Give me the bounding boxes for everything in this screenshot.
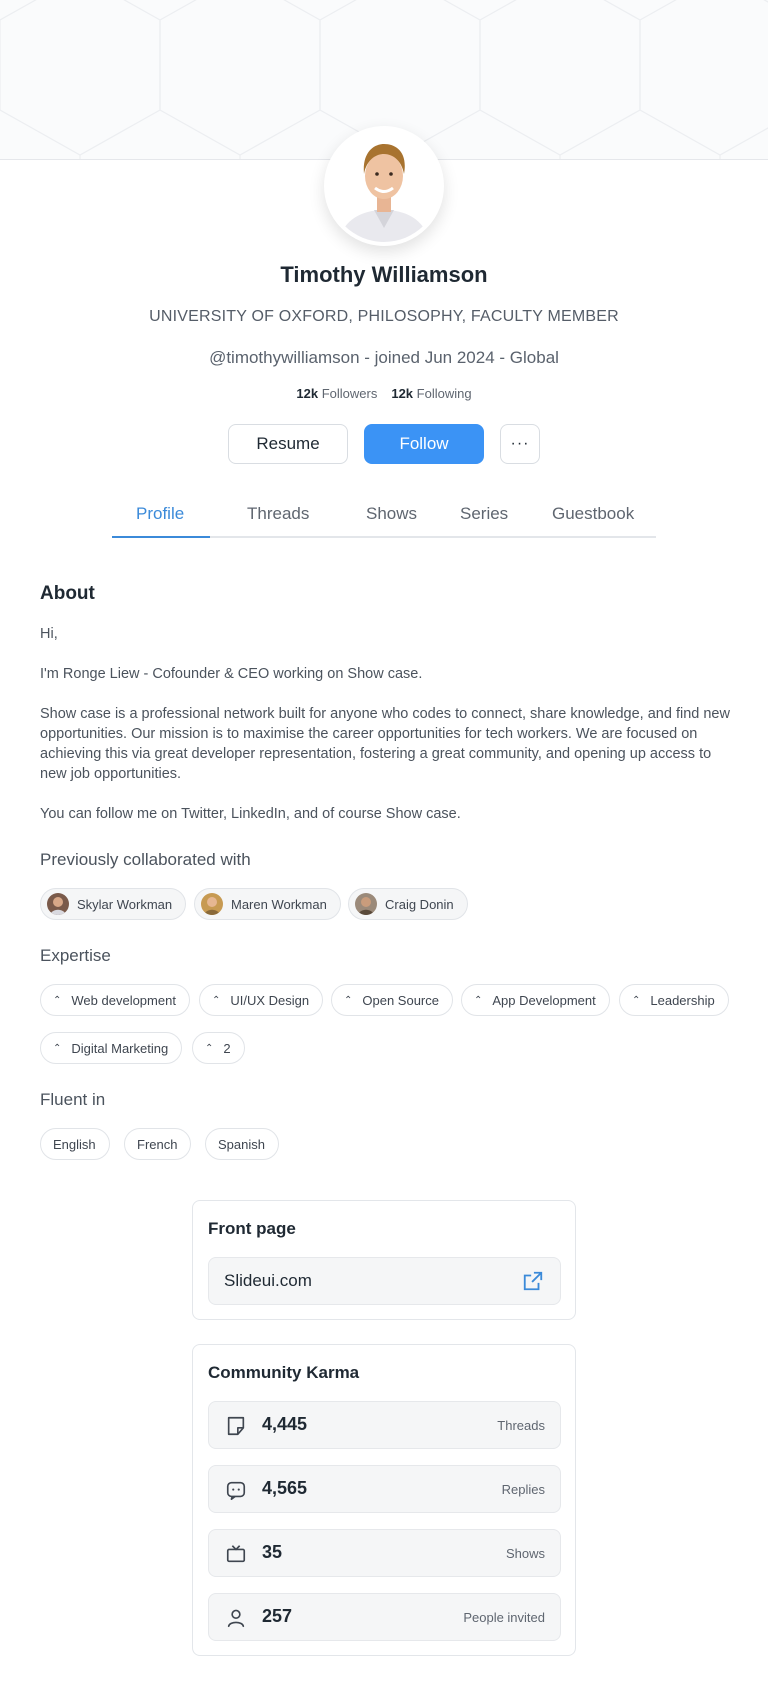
expertise-heading: Expertise: [40, 946, 111, 965]
chevron-up-icon: ⌃: [53, 994, 62, 1006]
front-page-title: Front page: [208, 1219, 296, 1238]
profile-name: Timothy Williamson: [280, 262, 488, 287]
ellipsis-icon: ···: [510, 435, 530, 452]
active-tab-indicator: [112, 536, 210, 538]
collaborator-chip[interactable]: Craig Donin: [348, 888, 468, 920]
external-link-icon[interactable]: [522, 1270, 544, 1292]
community-karma-card: Community Karma 4,445 Threads 4,565 Repl…: [192, 1344, 576, 1656]
collaborator-chip[interactable]: Maren Workman: [194, 888, 341, 920]
karma-value: 257: [262, 1606, 293, 1626]
profile-subtitle: UNIVERSITY OF OXFORD, PHILOSOPHY, FACULT…: [149, 308, 619, 325]
resume-button[interactable]: Resume: [228, 424, 348, 464]
collaborator-chip[interactable]: Skylar Workman: [40, 888, 187, 920]
language-chip[interactable]: French: [124, 1128, 192, 1160]
karma-label: People invited: [463, 1610, 545, 1625]
note-icon: [227, 1416, 245, 1436]
avatar: [47, 893, 69, 915]
follow-stats: 12k Followers 12k Following: [0, 386, 768, 401]
following-stat[interactable]: 12k Following: [391, 386, 471, 401]
karma-title: Community Karma: [208, 1363, 360, 1382]
karma-value: 35: [262, 1542, 283, 1562]
about-heading: About: [40, 583, 95, 604]
tab-guestbook[interactable]: Guestbook: [552, 504, 634, 524]
tv-icon: [226, 1545, 246, 1563]
expertise-chip[interactable]: ⌃ App Development: [461, 984, 610, 1016]
karma-value: 4,565: [262, 1478, 308, 1498]
karma-value: 4,445: [262, 1414, 308, 1434]
language-chip[interactable]: Spanish: [205, 1128, 279, 1160]
chevron-up-icon: ⌃: [212, 994, 221, 1006]
collaborator-name: Maren Workman: [231, 896, 327, 912]
chevron-up-icon: ⌃: [632, 994, 641, 1006]
karma-label: Replies: [501, 1482, 545, 1497]
language-chip[interactable]: English: [40, 1128, 110, 1160]
chevron-up-icon: ⌃: [474, 994, 483, 1006]
collaborated-heading: Previously collaborated with: [40, 850, 251, 869]
avatar: [355, 893, 377, 915]
more-options-button[interactable]: ···: [500, 424, 540, 464]
karma-row-threads: 4,445 Threads: [208, 1401, 561, 1449]
expertise-chip[interactable]: ⌃ Digital Marketing: [40, 1032, 183, 1064]
tab-series[interactable]: Series: [460, 504, 508, 524]
avatar: [201, 893, 223, 915]
profile-handle-line: @timothywilliamson - joined Jun 2024 - G…: [209, 348, 559, 367]
fluent-heading: Fluent in: [40, 1090, 106, 1109]
followers-stat[interactable]: 12k Followers: [296, 386, 377, 401]
user-icon: [227, 1609, 245, 1628]
profile-avatar: [324, 126, 444, 246]
expertise-more-chip[interactable]: ⌃ 2: [192, 1032, 245, 1064]
expertise-chip[interactable]: ⌃ Open Source: [331, 984, 453, 1016]
front-page-card: Front page Slideui.com: [192, 1200, 576, 1320]
tab-shows[interactable]: Shows: [366, 504, 417, 524]
chevron-up-icon: ⌃: [53, 1042, 62, 1054]
collaborator-name: Skylar Workman: [77, 896, 173, 912]
karma-row-replies: 4,565 Replies: [208, 1465, 561, 1513]
about-paragraph-1: Hi,: [40, 626, 58, 642]
tab-threads[interactable]: Threads: [247, 504, 309, 524]
karma-row-invited: 257 People invited: [208, 1593, 561, 1641]
about-paragraph-2: I'm Ronge Liew - Cofounder & CEO working…: [40, 666, 423, 682]
chat-icon: [226, 1481, 246, 1500]
about-paragraph-3: Show case is a professional network buil…: [40, 706, 730, 782]
expertise-chip[interactable]: ⌃ UI/UX Design: [199, 984, 324, 1016]
expertise-chip[interactable]: ⌃ Web development: [40, 984, 190, 1016]
expertise-chip[interactable]: ⌃ Leadership: [619, 984, 729, 1016]
collaborator-name: Craig Donin: [385, 896, 454, 912]
follow-button[interactable]: Follow: [364, 424, 484, 464]
profile-tabs: Profile Threads Shows Series Guestbook: [112, 498, 656, 538]
front-page-link[interactable]: Slideui.com: [208, 1257, 561, 1305]
about-paragraph-4: You can follow me on Twitter, LinkedIn, …: [40, 806, 461, 822]
karma-label: Shows: [505, 1546, 545, 1561]
chevron-up-icon: ⌃: [205, 1042, 214, 1054]
karma-row-shows: 35 Shows: [208, 1529, 561, 1577]
karma-label: Threads: [497, 1418, 545, 1433]
chevron-up-icon: ⌃: [344, 994, 353, 1006]
tab-profile[interactable]: Profile: [136, 504, 184, 524]
front-page-url: Slideui.com: [224, 1271, 312, 1290]
